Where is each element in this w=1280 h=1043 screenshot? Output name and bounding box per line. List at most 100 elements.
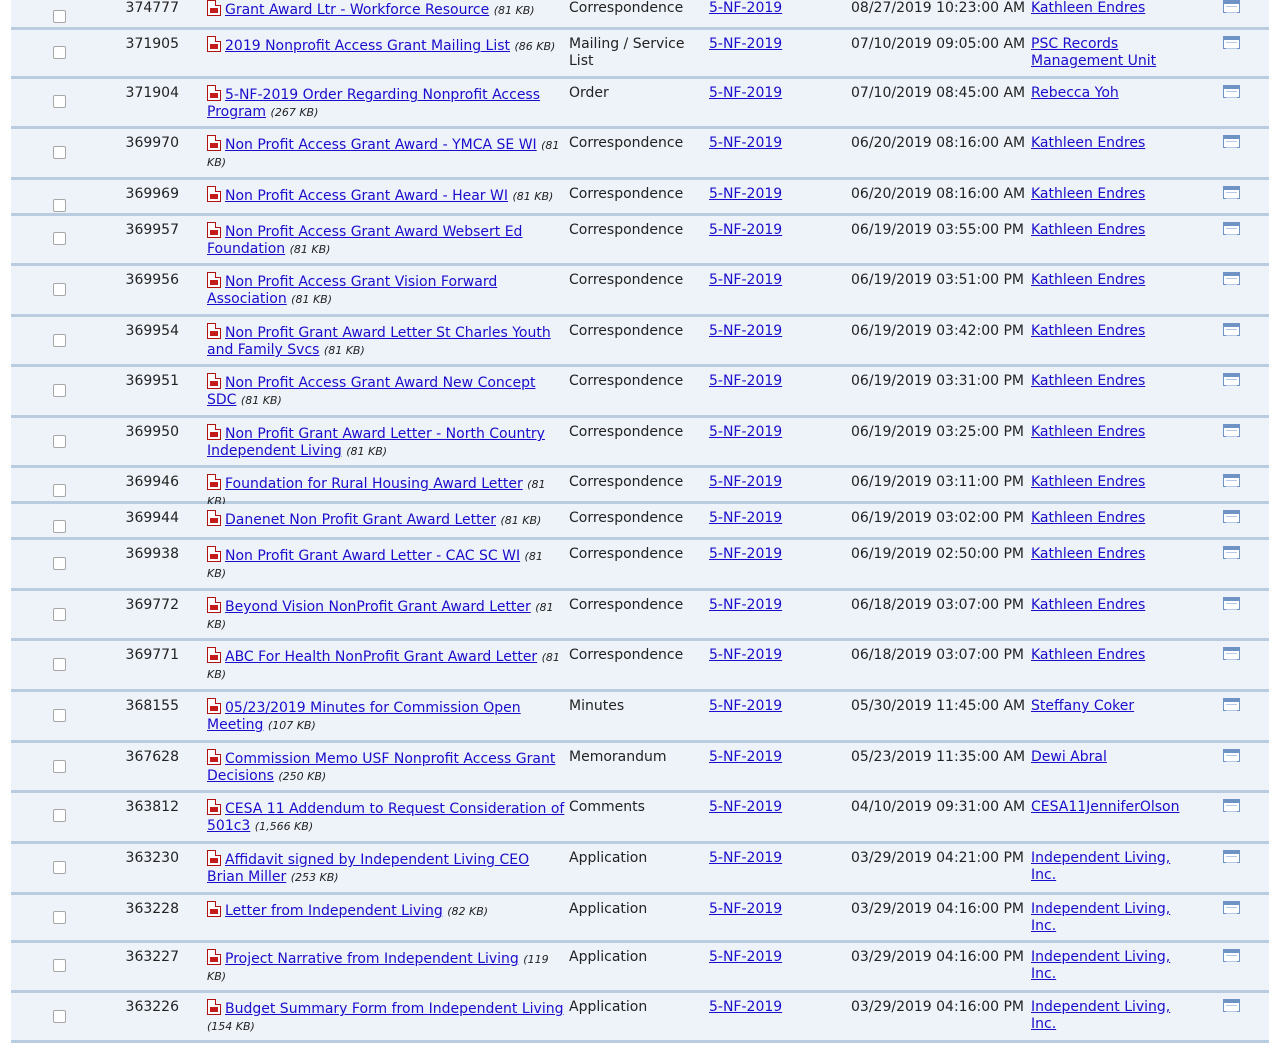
view-details-icon[interactable] [1223,850,1240,863]
document-link[interactable]: Non Profit Access Grant Award - YMCA SE … [225,137,537,153]
document-link[interactable]: 05/23/2019 Minutes for Commission Open M… [207,700,521,733]
view-details-icon[interactable] [1223,186,1240,199]
document-link[interactable]: Project Narrative from Independent Livin… [225,951,519,967]
filed-by-link[interactable]: Rebecca Yoh [1031,85,1119,101]
view-details-icon[interactable] [1223,36,1240,49]
document-link[interactable]: Non Profit Access Grant Award - Hear WI [225,188,508,204]
filed-by-link[interactable]: Kathleen Endres [1031,647,1145,663]
case-number-link[interactable]: 5-NF-2019 [709,222,782,238]
view-details-icon[interactable] [1223,272,1240,285]
filed-by-link[interactable]: Kathleen Endres [1031,597,1145,613]
filed-by-link[interactable]: Independent Living, Inc. [1031,901,1170,934]
case-number-link[interactable]: 5-NF-2019 [709,850,782,866]
document-link[interactable]: 5-NF-2019 Order Regarding Nonprofit Acce… [207,87,540,120]
case-number-link[interactable]: 5-NF-2019 [709,901,782,917]
filed-by-link[interactable]: Kathleen Endres [1031,546,1145,562]
case-number-link[interactable]: 5-NF-2019 [709,323,782,339]
view-details-icon[interactable] [1223,647,1240,660]
case-number-link[interactable]: 5-NF-2019 [709,546,782,562]
row-select-checkbox[interactable] [53,232,66,245]
row-select-checkbox[interactable] [53,435,66,448]
filed-by-link[interactable]: Kathleen Endres [1031,373,1145,389]
document-link[interactable]: Budget Summary Form from Independent Liv… [225,1001,563,1017]
case-number-link[interactable]: 5-NF-2019 [709,373,782,389]
case-number-link[interactable]: 5-NF-2019 [709,647,782,663]
row-select-checkbox[interactable] [53,809,66,822]
document-link[interactable]: 2019 Nonprofit Access Grant Mailing List [225,38,510,54]
view-details-icon[interactable] [1223,949,1240,962]
view-details-icon[interactable] [1223,0,1240,13]
document-link[interactable]: Non Profit Access Grant Vision Forward A… [207,274,497,307]
row-select-checkbox[interactable] [53,146,66,159]
row-select-checkbox[interactable] [53,384,66,397]
document-link[interactable]: Beyond Vision NonProfit Grant Award Lett… [225,599,531,615]
view-details-icon[interactable] [1223,799,1240,812]
filed-by-link[interactable]: PSC Records Management Unit [1031,36,1156,69]
filed-by-link[interactable]: Kathleen Endres [1031,323,1145,339]
row-select-checkbox[interactable] [53,283,66,296]
view-details-icon[interactable] [1223,474,1240,487]
view-details-icon[interactable] [1223,373,1240,386]
case-number-link[interactable]: 5-NF-2019 [709,135,782,151]
document-link[interactable]: Non Profit Grant Award Letter St Charles… [207,325,551,358]
filed-by-link[interactable]: Steffany Coker [1031,698,1134,714]
case-number-link[interactable]: 5-NF-2019 [709,474,782,490]
row-select-checkbox[interactable] [53,95,66,108]
row-select-checkbox[interactable] [53,608,66,621]
document-link[interactable]: Affidavit signed by Independent Living C… [207,852,529,885]
document-link[interactable]: Grant Award Ltr - Workforce Resource [225,2,489,18]
row-select-checkbox[interactable] [53,484,66,497]
row-select-checkbox[interactable] [53,520,66,533]
filed-by-link[interactable]: Dewi Abral [1031,749,1107,765]
view-details-icon[interactable] [1223,85,1240,98]
filed-by-link[interactable]: CESA11JenniferOlson [1031,799,1179,815]
filed-by-link[interactable]: Kathleen Endres [1031,135,1145,151]
filed-by-link[interactable]: Kathleen Endres [1031,222,1145,238]
filed-by-link[interactable]: Independent Living, Inc. [1031,999,1170,1032]
filed-by-link[interactable]: Kathleen Endres [1031,424,1145,440]
document-link[interactable]: Non Profit Grant Award Letter - CAC SC W… [225,548,520,564]
view-details-icon[interactable] [1223,323,1240,336]
view-details-icon[interactable] [1223,597,1240,610]
document-link[interactable]: Danenet Non Profit Grant Award Letter [225,512,496,528]
row-select-checkbox[interactable] [53,861,66,874]
case-number-link[interactable]: 5-NF-2019 [709,597,782,613]
view-details-icon[interactable] [1223,135,1240,148]
row-select-checkbox[interactable] [53,911,66,924]
row-select-checkbox[interactable] [53,557,66,570]
row-select-checkbox[interactable] [53,10,66,23]
row-select-checkbox[interactable] [53,959,66,972]
row-select-checkbox[interactable] [53,1010,66,1023]
filed-by-link[interactable]: Kathleen Endres [1031,474,1145,490]
row-select-checkbox[interactable] [53,199,66,212]
case-number-link[interactable]: 5-NF-2019 [709,510,782,526]
case-number-link[interactable]: 5-NF-2019 [709,424,782,440]
document-link[interactable]: ABC For Health NonProfit Grant Award Let… [225,649,537,665]
case-number-link[interactable]: 5-NF-2019 [709,186,782,202]
case-number-link[interactable]: 5-NF-2019 [709,0,782,16]
case-number-link[interactable]: 5-NF-2019 [709,698,782,714]
case-number-link[interactable]: 5-NF-2019 [709,949,782,965]
document-link[interactable]: Non Profit Access Grant Award Websert Ed… [207,224,522,257]
view-details-icon[interactable] [1223,698,1240,711]
case-number-link[interactable]: 5-NF-2019 [709,272,782,288]
case-number-link[interactable]: 5-NF-2019 [709,36,782,52]
document-link[interactable]: Foundation for Rural Housing Award Lette… [225,476,523,492]
view-details-icon[interactable] [1223,546,1240,559]
view-details-icon[interactable] [1223,424,1240,437]
filed-by-link[interactable]: Kathleen Endres [1031,186,1145,202]
filed-by-link[interactable]: Kathleen Endres [1031,0,1145,16]
filed-by-link[interactable]: Independent Living, Inc. [1031,850,1170,883]
row-select-checkbox[interactable] [53,658,66,671]
case-number-link[interactable]: 5-NF-2019 [709,749,782,765]
row-select-checkbox[interactable] [53,709,66,722]
view-details-icon[interactable] [1223,222,1240,235]
view-details-icon[interactable] [1223,749,1240,762]
case-number-link[interactable]: 5-NF-2019 [709,999,782,1015]
case-number-link[interactable]: 5-NF-2019 [709,799,782,815]
row-select-checkbox[interactable] [53,760,66,773]
filed-by-link[interactable]: Independent Living, Inc. [1031,949,1170,982]
view-details-icon[interactable] [1223,999,1240,1012]
document-link[interactable]: Commission Memo USF Nonprofit Access Gra… [207,751,555,784]
row-select-checkbox[interactable] [53,46,66,59]
